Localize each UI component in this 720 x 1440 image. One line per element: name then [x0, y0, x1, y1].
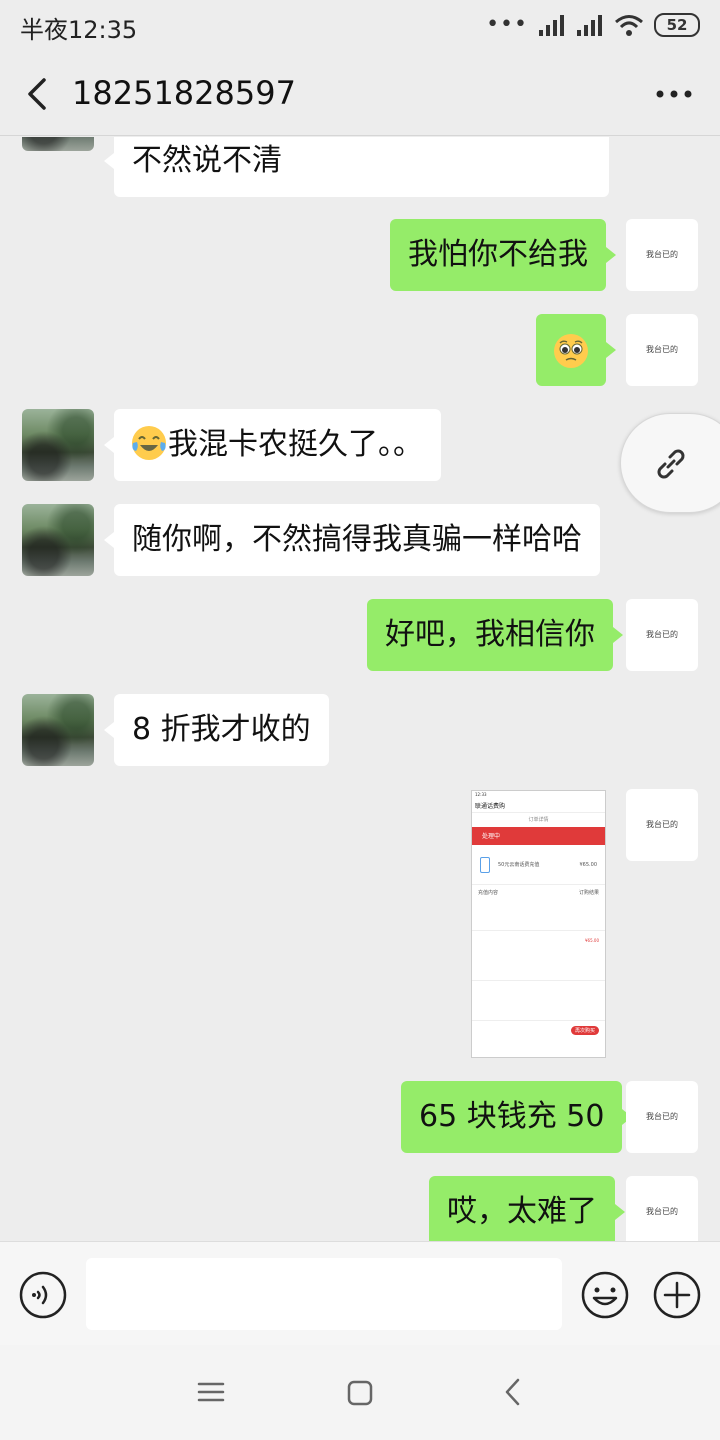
pleading-face-icon	[554, 333, 588, 368]
system-nav-bar	[0, 1345, 720, 1440]
screenshot-product: 50元云南话费充值	[498, 862, 540, 868]
message-bubble[interactable]: 不然说不清	[104, 137, 609, 197]
image-message[interactable]: 12:33 联通话费购 订单详情 处理中 50元云南话费充值 ¥65.00 充值…	[471, 790, 606, 1058]
avatar[interactable]: 我台已的	[626, 1176, 698, 1241]
avatar[interactable]	[22, 694, 94, 766]
message-bubble[interactable]: 哎，太难了	[429, 1176, 625, 1241]
battery-indicator: 52	[654, 12, 700, 37]
tears-of-joy-icon	[132, 425, 166, 460]
screenshot-amount: ¥65.00	[585, 938, 599, 943]
link-button[interactable]	[620, 413, 720, 513]
avatar[interactable]: 我台已的	[626, 1081, 698, 1153]
phone-icon	[480, 856, 490, 873]
message-bubble[interactable]: 65 块钱充 50	[401, 1081, 633, 1153]
signal-icon	[539, 14, 564, 36]
avatar[interactable]	[22, 409, 94, 481]
chat-title: 18251828597	[72, 74, 296, 112]
back-button[interactable]	[18, 72, 58, 116]
status-icons: ••• 52	[486, 12, 700, 37]
message-bubble[interactable]: 8 折我才收的	[104, 694, 329, 766]
message-bubble[interactable]: 我混卡农挺久了。。	[104, 409, 441, 481]
message-bubble[interactable]: 好吧，我相信你	[367, 599, 623, 671]
avatar[interactable]: 我台已的	[626, 789, 698, 861]
avatar[interactable]: 我台已的	[626, 599, 698, 671]
more-icon[interactable]	[652, 76, 696, 112]
avatar[interactable]	[22, 137, 94, 151]
link-icon	[657, 449, 685, 479]
signal-icon	[577, 14, 602, 36]
avatar[interactable]: 我台已的	[626, 219, 698, 291]
input-bar	[0, 1241, 720, 1345]
dots-icon: •••	[486, 12, 528, 37]
message-bubble[interactable]: 我怕你不给我	[390, 219, 616, 291]
plus-icon[interactable]	[652, 1270, 702, 1320]
menu-icon[interactable]	[194, 1377, 228, 1407]
home-icon[interactable]	[344, 1377, 376, 1409]
avatar[interactable]	[22, 504, 94, 576]
status-bar: 半夜12:35 ••• 52	[0, 0, 720, 52]
message-bubble[interactable]	[536, 314, 616, 386]
screenshot-buy-again: 再次购买	[570, 1026, 599, 1035]
status-time: 半夜12:35	[20, 16, 138, 44]
screenshot-app-title: 联通话费购	[472, 799, 605, 813]
emoji-icon[interactable]	[580, 1270, 630, 1320]
avatar[interactable]: 我台已的	[626, 314, 698, 386]
chat-area[interactable]: 不然说不清 我怕你不给我 我台已的 我台已的 我混卡农挺久了。。 随你啊，不然搞…	[0, 137, 720, 1241]
screenshot-status: 处理中	[472, 827, 605, 845]
wifi-icon	[615, 14, 643, 36]
screenshot-recharge-content: 充值内容	[478, 890, 499, 896]
chat-header: 18251828597	[0, 52, 720, 136]
voice-icon[interactable]	[18, 1270, 68, 1320]
screenshot-order-result: 订购结果	[578, 890, 599, 896]
screenshot-order-detail: 订单详情	[528, 817, 549, 823]
message-input[interactable]	[86, 1258, 562, 1330]
nav-back-icon[interactable]	[498, 1375, 528, 1409]
screenshot-price: ¥65.00	[579, 861, 598, 868]
message-bubble[interactable]: 随你啊，不然搞得我真骗一样哈哈	[104, 504, 600, 576]
